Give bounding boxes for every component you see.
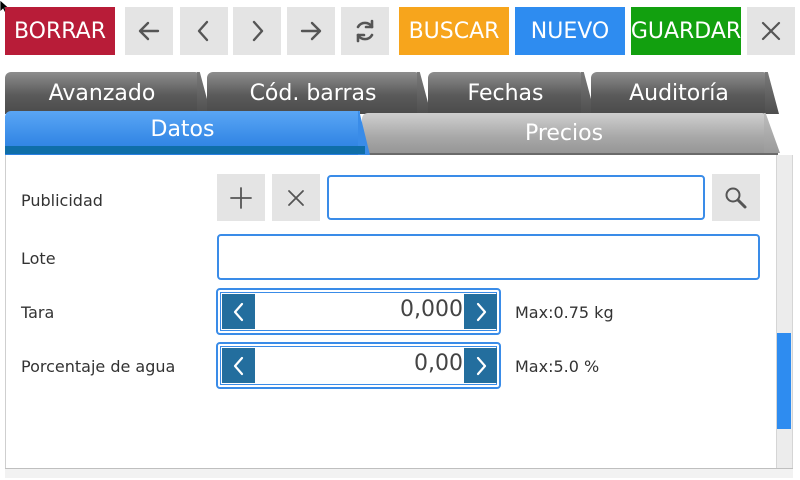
tab-label: Cód. barras [249,80,377,106]
tab-cod-barras[interactable]: Cód. barras [207,72,419,114]
agua-label: Porcentaje de agua [21,357,176,376]
delete-button-label: BORRAR [13,18,107,44]
search-button-label: BUSCAR [408,18,500,44]
publicidad-search-button[interactable] [712,174,760,221]
tab-label: Datos [150,116,215,142]
chevron-left-icon [197,20,209,42]
delete-button[interactable]: BORRAR [5,7,115,55]
plus-icon [230,186,252,209]
tara-decrement-button[interactable] [222,294,255,329]
agua-stepper[interactable]: 0,00 [216,342,501,389]
tab-label: Fechas [467,80,544,106]
new-button-label: NUEVO [530,18,610,44]
tara-label: Tara [21,303,55,322]
close-icon [288,189,304,206]
tara-increment-button[interactable] [464,294,497,329]
chevron-left-icon [233,302,243,321]
first-record-button[interactable] [125,7,173,55]
lote-label: Lote [21,249,56,268]
panel-bottom-border [5,468,793,478]
publicidad-add-button[interactable] [217,174,265,221]
agua-decrement-button[interactable] [222,348,255,383]
tara-stepper[interactable]: 0,000 [216,288,501,335]
tab-divider [360,153,778,155]
agua-increment-button[interactable] [464,348,497,383]
publicidad-input[interactable] [327,175,705,220]
agua-value[interactable]: 0,00 [414,351,463,376]
chevron-right-icon [476,302,486,321]
tab-avanzado[interactable]: Avanzado [5,72,199,114]
tab-auditoria[interactable]: Auditoría [591,72,767,114]
tara-max-hint: Max:0.75 kg [515,303,614,322]
tab-precios[interactable]: Precios [362,113,766,153]
next-record-button[interactable] [233,7,281,55]
arrow-right-icon [300,21,322,41]
chevron-right-icon [476,356,486,375]
save-button-label: GUARDAR [630,18,742,44]
search-icon [725,187,747,208]
tara-value[interactable]: 0,000 [400,297,463,322]
tab-label: Precios [524,120,604,146]
save-button[interactable]: GUARDAR [631,7,741,55]
last-record-button[interactable] [287,7,335,55]
lote-input[interactable] [217,234,760,280]
publicidad-label: Publicidad [21,191,103,210]
close-button[interactable] [747,7,795,55]
chevron-right-icon [252,20,264,42]
previous-record-button[interactable] [180,7,228,55]
refresh-button[interactable] [341,7,389,55]
publicidad-clear-button[interactable] [272,174,320,221]
tab-fechas[interactable]: Fechas [428,72,583,114]
refresh-icon [356,19,374,43]
agua-max-hint: Max:5.0 % [515,357,600,376]
tab-label: Avanzado [48,80,156,106]
search-button[interactable]: BUSCAR [399,7,509,55]
arrow-left-icon [138,21,160,41]
close-icon [761,21,781,41]
active-tab-indicator [5,146,365,154]
chevron-left-icon [233,356,243,375]
scrollbar-thumb[interactable] [777,333,791,429]
new-button[interactable]: NUEVO [515,7,625,55]
tab-label: Auditoría [629,80,729,106]
